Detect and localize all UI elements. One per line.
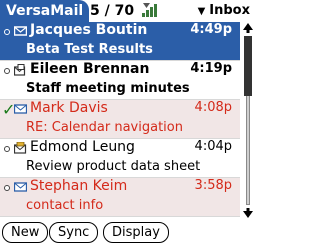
sender-name: Stephan Keim [30,178,128,194]
sync-button[interactable]: Sync [49,222,99,243]
scroll-thumb[interactable] [244,36,252,96]
bullet-icon [4,185,10,191]
message-time: 3:58p [194,178,232,193]
message-subject: Review product data sheet [26,159,201,174]
folder-picker[interactable]: ▼ Inbox [198,0,250,22]
envelope-priority-icon [14,142,27,154]
button-bar: New Sync Display [0,222,256,246]
message-row[interactable]: ✓ Mark Davis 4:08p RE: Calendar navigati… [0,100,240,139]
message-count: 5 / 70 [90,3,135,19]
message-time: 4:04p [194,139,232,154]
envelope-icon [14,26,27,36]
message-subject: contact info [26,198,104,213]
sender-name: Eileen Brennan [30,61,150,77]
unread-bullet-icon [4,29,10,35]
envelope-icon [14,104,27,114]
message-row[interactable]: Jacques Boutin 4:49p Beta Test Results [0,22,240,61]
new-button[interactable]: New [2,222,49,243]
sender-name: Jacques Boutin [30,22,148,38]
chevron-down-icon: ▼ [197,6,206,17]
message-subject: Beta Test Results [26,42,153,57]
scroll-up-arrow-icon[interactable] [242,22,254,34]
scrollbar[interactable] [242,22,254,219]
message-time: 4:19p [190,61,232,76]
message-subject: Staff meeting minutes [26,81,190,96]
envelope-attachment-icon [14,64,26,76]
unread-bullet-icon [4,68,10,74]
message-row[interactable]: Edmond Leung 4:04p Review product data s… [0,139,240,178]
app-title[interactable]: VersaMail [0,0,90,22]
message-time: 4:08p [194,100,232,115]
header-bar: VersaMail 5 / 70 ▼ Inbox [0,0,256,22]
message-list: Jacques Boutin 4:49p Beta Test Results E… [0,22,240,219]
message-time: 4:49p [190,22,232,37]
signal-icon [142,3,157,17]
message-row[interactable]: Eileen Brennan 4:19p Staff meeting minut… [0,61,240,100]
folder-label: Inbox [209,3,250,18]
sender-name: Mark Davis [30,100,108,116]
envelope-icon [14,182,27,192]
display-button[interactable]: Display [103,222,169,243]
scroll-down-arrow-icon[interactable] [242,207,254,219]
sender-name: Edmond Leung [30,139,135,155]
message-subject: RE: Calendar navigation [26,120,183,135]
message-row[interactable]: Stephan Keim 3:58p contact info [0,178,240,217]
bullet-icon [4,146,10,152]
